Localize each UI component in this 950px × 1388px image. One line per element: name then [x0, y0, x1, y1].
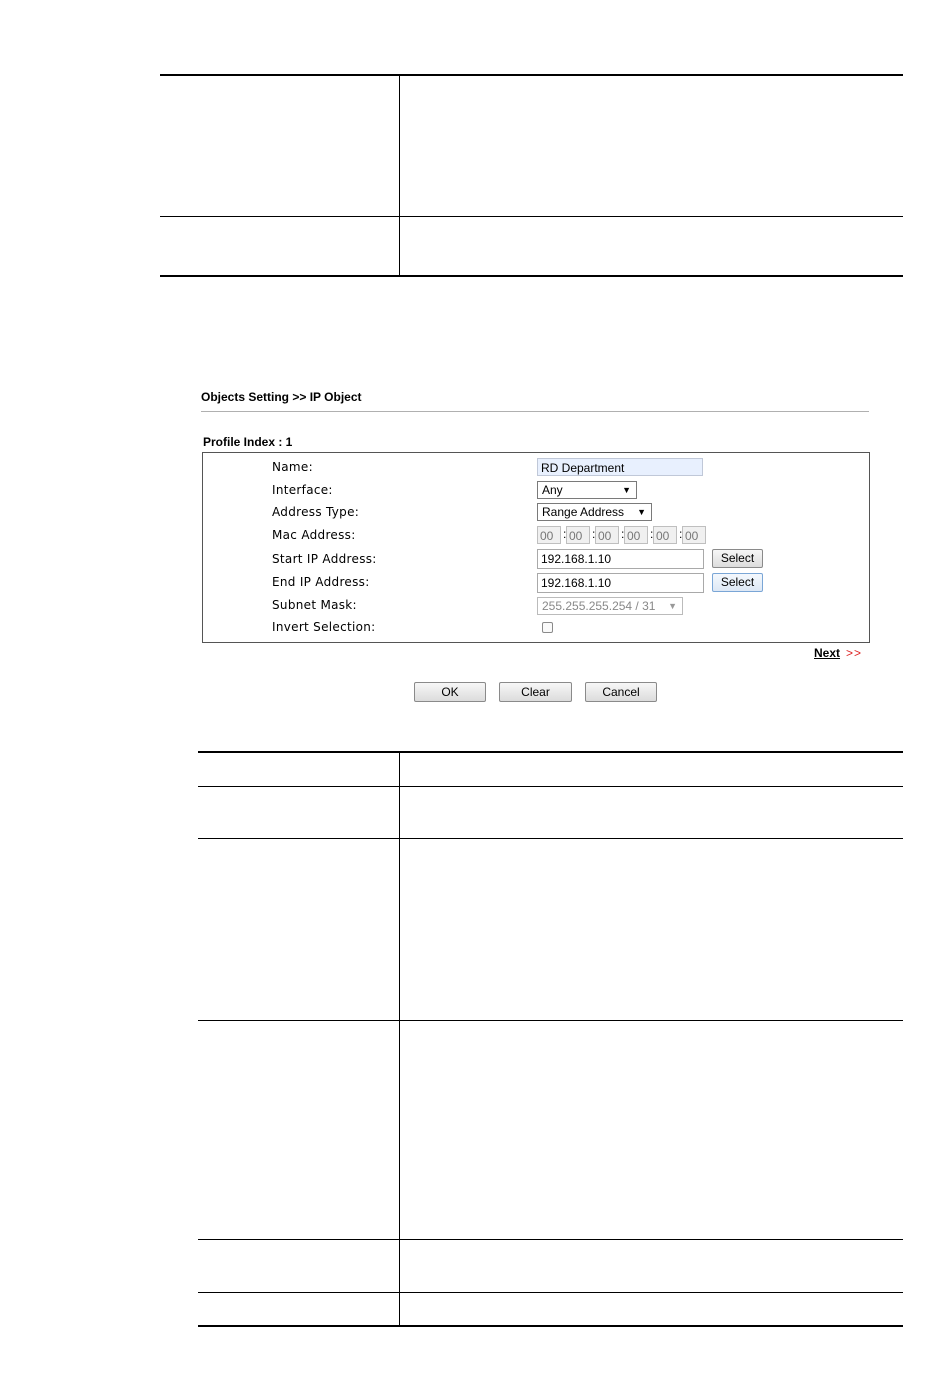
- triangle-down-icon: ▼: [637, 507, 646, 517]
- triangle-down-icon: ▼: [622, 485, 631, 495]
- top-table-divider: [399, 76, 400, 276]
- bottom-table-rule: [198, 1020, 903, 1021]
- top-table-rule-mid: [160, 216, 903, 217]
- triangle-down-icon: ▼: [668, 601, 677, 611]
- interface-select-value: Any: [542, 483, 563, 497]
- address-type-label: Address Type:: [272, 505, 360, 519]
- subnet-mask-select[interactable]: 255.255.255.254 / 31 ▼: [537, 597, 683, 615]
- mac-octet-5[interactable]: 00: [653, 526, 677, 544]
- bottom-table-rule: [198, 1239, 903, 1240]
- next-link[interactable]: Next: [814, 646, 840, 660]
- bottom-table-rule: [198, 838, 903, 839]
- start-ip-input[interactable]: 192.168.1.10: [537, 549, 704, 569]
- cancel-button[interactable]: Cancel: [585, 682, 657, 702]
- end-ip-label: End IP Address:: [272, 575, 370, 589]
- profile-index: Profile Index : 1: [203, 435, 293, 449]
- clear-button[interactable]: Clear: [499, 682, 572, 702]
- breadcrumb: Objects Setting >> IP Object: [201, 390, 362, 404]
- name-label: Name:: [272, 460, 313, 474]
- subnet-mask-label: Subnet Mask:: [272, 598, 357, 612]
- start-ip-label: Start IP Address:: [272, 552, 377, 566]
- mac-octet-3[interactable]: 00: [595, 526, 619, 544]
- mac-octet-1[interactable]: 00: [537, 526, 561, 544]
- end-ip-select-button[interactable]: Select: [712, 573, 763, 592]
- subnet-mask-select-value: 255.255.255.254 / 31: [542, 599, 656, 613]
- invert-selection-label: Invert Selection:: [272, 620, 376, 634]
- bottom-table-rule: [198, 1292, 903, 1293]
- ip-object-form: [202, 452, 870, 643]
- mac-octet-4[interactable]: 00: [624, 526, 648, 544]
- end-ip-input[interactable]: 192.168.1.10: [537, 573, 704, 593]
- bottom-table-rule-bottom: [198, 1325, 903, 1327]
- mac-octet-2[interactable]: 00: [566, 526, 590, 544]
- mac-address-label: Mac Address:: [272, 528, 356, 542]
- interface-label: Interface:: [272, 483, 333, 497]
- bottom-table-rule-top: [198, 751, 903, 753]
- next-arrows-icon: >>: [846, 646, 863, 660]
- top-table-rule-top: [160, 74, 903, 76]
- name-input[interactable]: RD Department: [537, 458, 703, 476]
- top-table-rule-bottom: [160, 275, 903, 277]
- bottom-table-divider: [399, 753, 400, 1326]
- ok-button[interactable]: OK: [414, 682, 486, 702]
- address-type-select-value: Range Address: [542, 505, 625, 519]
- bottom-table-rule: [198, 786, 903, 787]
- invert-selection-checkbox[interactable]: [542, 622, 553, 633]
- address-type-select[interactable]: Range Address ▼: [537, 503, 652, 521]
- interface-select[interactable]: Any ▼: [537, 481, 637, 499]
- start-ip-select-button[interactable]: Select: [712, 549, 763, 568]
- mac-octet-6[interactable]: 00: [682, 526, 706, 544]
- breadcrumb-divider: [201, 411, 869, 412]
